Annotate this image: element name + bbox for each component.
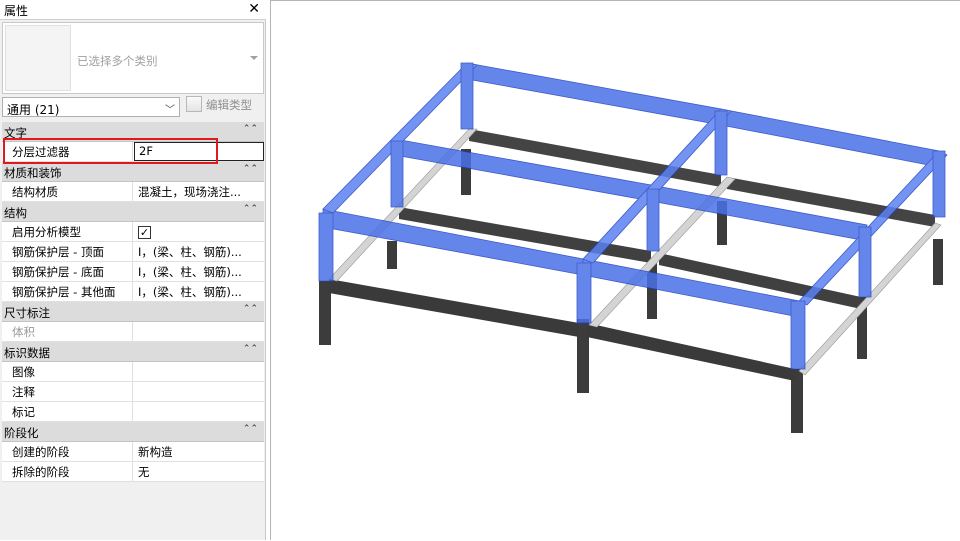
category-name: 标识数据 (4, 346, 50, 360)
property-name: 创建的阶段 (2, 442, 133, 461)
property-name: 注释 (2, 382, 133, 401)
beam[interactable] (587, 323, 795, 381)
property-value[interactable]: I，(梁、柱、钢筋)... (134, 242, 264, 261)
property-row[interactable]: 启用分析模型 ✓ (2, 222, 264, 242)
category-filter-select[interactable]: 通用 (21) ﹀ (2, 97, 180, 117)
property-value[interactable]: 无 (134, 462, 264, 481)
property-row[interactable]: 标记 (2, 402, 264, 422)
category-name: 尺寸标注 (4, 306, 50, 320)
property-value[interactable]: ✓ (134, 222, 264, 241)
column[interactable] (318, 212, 334, 282)
column[interactable] (714, 110, 728, 176)
property-row[interactable]: 钢筋保护层 - 顶面 I，(梁、柱、钢筋)... (2, 242, 264, 262)
beam[interactable] (720, 108, 940, 168)
property-name: 体积 (2, 322, 133, 341)
properties-panel: 属性 ✕ 已选择多个类别 通用 (21) ﹀ 编辑类型 文字 ⌃⌃ 分层过滤器 … (0, 0, 266, 540)
beam[interactable] (329, 279, 579, 337)
property-row: 体积 (2, 322, 264, 342)
column[interactable] (390, 140, 404, 208)
collapse-icon[interactable]: ⌃⌃ (243, 304, 258, 314)
analytical-model-checkbox[interactable]: ✓ (138, 226, 151, 239)
edit-type-button[interactable]: 编辑类型 (186, 96, 252, 117)
property-row[interactable]: 注释 (2, 382, 264, 402)
property-name: 标记 (2, 402, 133, 421)
property-row[interactable]: 结构材质 混凝土，现场浇注... (2, 182, 264, 202)
category-filter-value: 通用 (21) (7, 103, 60, 117)
3d-viewport[interactable] (270, 0, 960, 540)
edit-type-label: 编辑类型 (206, 98, 252, 112)
beam[interactable] (466, 62, 722, 126)
column[interactable] (932, 150, 946, 218)
category-header-structure[interactable]: 结构 ⌃⌃ (2, 202, 264, 222)
category-header-phasing[interactable]: 阶段化 ⌃⌃ (2, 422, 264, 442)
property-value[interactable]: 新构造 (134, 442, 264, 461)
property-value[interactable] (134, 382, 264, 401)
column[interactable] (858, 226, 872, 298)
dropdown-arrow-icon[interactable] (250, 56, 258, 60)
chevron-down-icon[interactable]: ﹀ (165, 101, 175, 116)
column[interactable] (387, 241, 397, 269)
property-value[interactable] (134, 402, 264, 421)
collapse-icon[interactable]: ⌃⌃ (243, 204, 258, 214)
filter-row: 通用 (21) ﹀ 编辑类型 (0, 96, 266, 118)
category-name: 材质和装饰 (4, 166, 62, 180)
collapse-icon[interactable]: ⌃⌃ (243, 124, 258, 134)
panel-titlebar: 属性 ✕ (0, 0, 266, 20)
panel-title: 属性 (4, 4, 29, 18)
property-value[interactable]: 混凝土，现场浇注... (134, 182, 264, 201)
property-row[interactable]: 拆除的阶段 无 (2, 462, 264, 482)
edit-type-icon (186, 96, 202, 112)
column[interactable] (576, 262, 592, 324)
property-value[interactable]: I，(梁、柱、钢筋)... (134, 262, 264, 281)
collapse-icon[interactable]: ⌃⌃ (243, 424, 258, 434)
property-value[interactable] (134, 362, 264, 381)
column[interactable] (933, 239, 943, 285)
column[interactable] (460, 62, 474, 130)
category-header-materials[interactable]: 材质和装饰 ⌃⌃ (2, 162, 264, 182)
type-selector[interactable]: 已选择多个类别 (2, 22, 264, 94)
column[interactable] (646, 188, 660, 252)
category-name: 阶段化 (4, 426, 39, 440)
property-name: 拆除的阶段 (2, 462, 133, 481)
category-header-dimensions[interactable]: 尺寸标注 ⌃⌃ (2, 302, 264, 322)
type-selector-text: 已选择多个类别 (77, 54, 158, 68)
property-grid: 文字 ⌃⌃ 分层过滤器 2F 材质和装饰 ⌃⌃ 结构材质 混凝土，现场浇注...… (2, 122, 264, 482)
property-name: 图像 (2, 362, 133, 381)
property-name: 钢筋保护层 - 顶面 (2, 242, 133, 261)
property-row[interactable]: 钢筋保护层 - 其他面 I，(梁、柱、钢筋)... (2, 282, 264, 302)
property-name: 钢筋保护层 - 底面 (2, 262, 133, 281)
property-name: 启用分析模型 (2, 222, 133, 241)
property-row[interactable]: 钢筋保护层 - 底面 I，(梁、柱、钢筋)... (2, 262, 264, 282)
collapse-icon[interactable]: ⌃⌃ (243, 164, 258, 174)
property-value (134, 322, 264, 341)
collapse-icon[interactable]: ⌃⌃ (243, 344, 258, 354)
close-icon[interactable]: ✕ (248, 1, 260, 17)
category-name: 结构 (4, 206, 27, 220)
property-row[interactable]: 图像 (2, 362, 264, 382)
property-name: 钢筋保护层 - 其他面 (2, 282, 133, 301)
property-row[interactable]: 创建的阶段 新构造 (2, 442, 264, 462)
category-header-identity-data[interactable]: 标识数据 ⌃⌃ (2, 342, 264, 362)
property-value[interactable]: I，(梁、柱、钢筋)... (134, 282, 264, 301)
annotation-highlight-box (3, 138, 218, 164)
type-thumbnail (5, 25, 71, 91)
property-name: 结构材质 (2, 182, 133, 201)
structural-frame-model[interactable] (271, 1, 960, 541)
column[interactable] (790, 300, 806, 370)
